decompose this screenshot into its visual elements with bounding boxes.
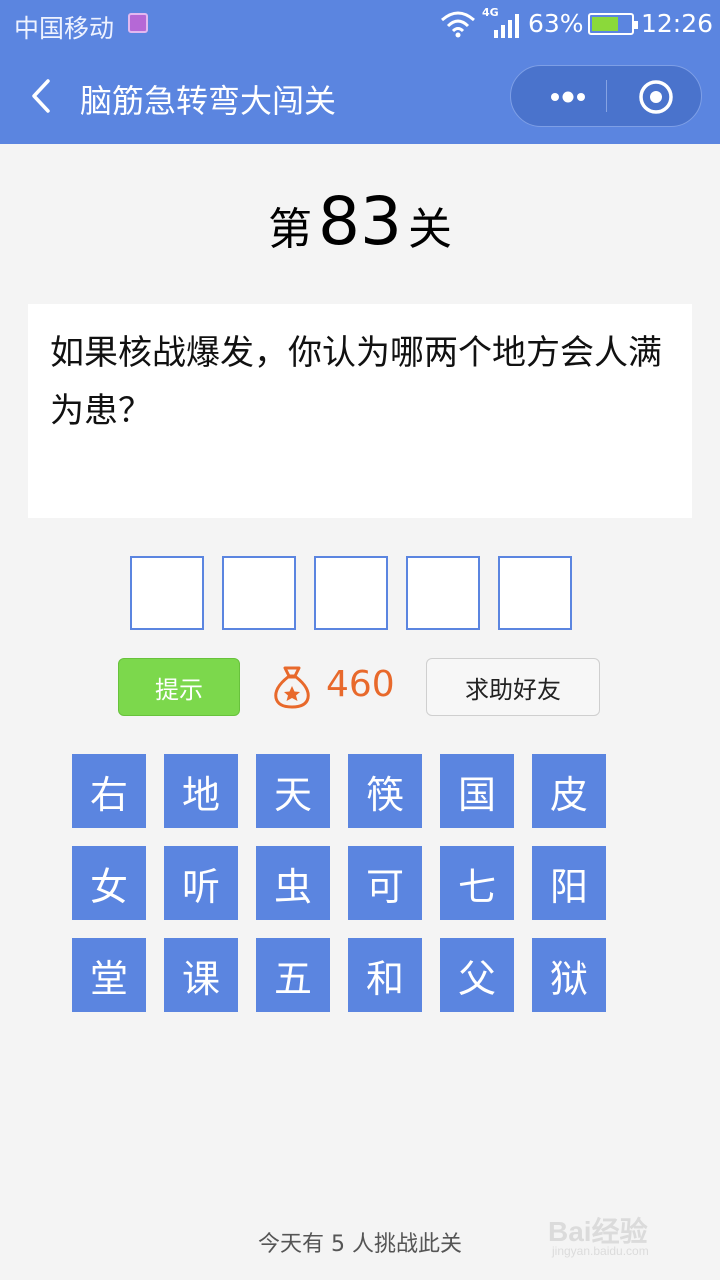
answer-slots bbox=[130, 556, 590, 630]
clock: 12:26 bbox=[641, 9, 714, 38]
character-grid: 右 地 天 筷 国 皮 女 听 虫 可 七 阳 堂 课 五 和 父 狱 bbox=[72, 754, 606, 1012]
carrier-label: 中国移动 bbox=[14, 14, 115, 43]
capsule-divider bbox=[606, 80, 607, 112]
battery-percent: 63% bbox=[528, 9, 584, 38]
character-tile[interactable]: 课 bbox=[164, 938, 238, 1012]
coin-bag-icon bbox=[274, 666, 310, 709]
character-tile[interactable]: 父 bbox=[440, 938, 514, 1012]
character-tile[interactable]: 地 bbox=[164, 754, 238, 828]
level-title: 第83 关 bbox=[0, 183, 720, 260]
level-suffix: 关 bbox=[407, 204, 452, 255]
hint-button[interactable]: 提示 bbox=[118, 658, 240, 716]
character-tile[interactable]: 虫 bbox=[256, 846, 330, 920]
watermark-url: jingyan.baidu.com bbox=[552, 1244, 649, 1258]
back-arrow-icon[interactable] bbox=[26, 78, 56, 114]
top-bar: 中国移动 4G 63% 12:26 脑筋急转弯大闯关 bbox=[0, 0, 720, 144]
character-tile[interactable]: 阳 bbox=[532, 846, 606, 920]
answer-slot[interactable] bbox=[314, 556, 388, 630]
question-text: 如果核战爆发，你认为哪两个地方会人满为患？ bbox=[28, 304, 692, 518]
level-number: 83 bbox=[318, 183, 402, 260]
character-tile[interactable]: 右 bbox=[72, 754, 146, 828]
character-tile[interactable]: 天 bbox=[256, 754, 330, 828]
character-tile[interactable]: 五 bbox=[256, 938, 330, 1012]
battery-icon bbox=[588, 13, 638, 35]
character-tile[interactable]: 筷 bbox=[348, 754, 422, 828]
character-tile[interactable]: 堂 bbox=[72, 938, 146, 1012]
character-tile[interactable]: 皮 bbox=[532, 754, 606, 828]
character-tile[interactable]: 女 bbox=[72, 846, 146, 920]
answer-slot[interactable] bbox=[222, 556, 296, 630]
answer-slot[interactable] bbox=[406, 556, 480, 630]
character-tile[interactable]: 国 bbox=[440, 754, 514, 828]
close-target-icon[interactable] bbox=[633, 74, 679, 120]
baidu-jingyan-watermark: Bai经验 jingyan.baidu.com bbox=[548, 1204, 708, 1264]
coin-count: 460 bbox=[326, 664, 395, 705]
mini-program-capsule bbox=[510, 65, 702, 127]
wifi-icon bbox=[441, 11, 475, 38]
sim-icon bbox=[128, 13, 148, 33]
page-title: 脑筋急转弯大闯关 bbox=[80, 82, 337, 120]
character-tile[interactable]: 七 bbox=[440, 846, 514, 920]
character-tile[interactable]: 和 bbox=[348, 938, 422, 1012]
more-dots-icon[interactable] bbox=[535, 66, 595, 126]
character-tile[interactable]: 可 bbox=[348, 846, 422, 920]
answer-slot[interactable] bbox=[498, 556, 572, 630]
status-bar: 中国移动 4G 63% 12:26 bbox=[0, 0, 720, 50]
character-tile[interactable]: 狱 bbox=[532, 938, 606, 1012]
answer-slot[interactable] bbox=[130, 556, 204, 630]
signal-icon bbox=[494, 14, 519, 38]
ask-friend-button[interactable]: 求助好友 bbox=[426, 658, 600, 716]
character-tile[interactable]: 听 bbox=[164, 846, 238, 920]
level-prefix: 第 bbox=[268, 204, 312, 255]
